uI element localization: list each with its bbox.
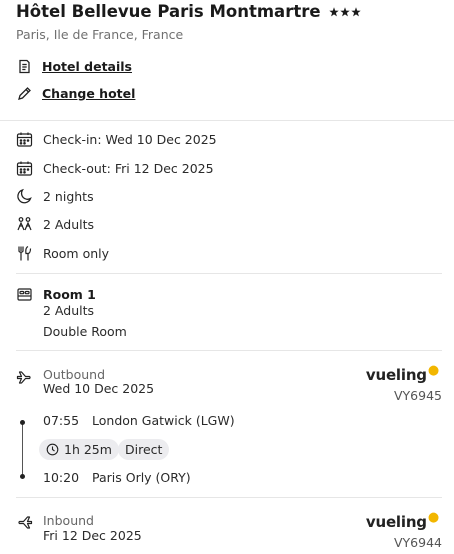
inbound-airline-logo: vueling● bbox=[365, 510, 439, 531]
timeline-line bbox=[22, 422, 23, 478]
depart-airport: London Gatwick (LGW) bbox=[92, 413, 235, 428]
change-hotel-link[interactable]: Change hotel bbox=[16, 85, 135, 102]
pencil-icon bbox=[16, 85, 33, 102]
room-type: Double Room bbox=[43, 324, 127, 339]
plane-icon bbox=[16, 369, 33, 386]
divider bbox=[0, 120, 454, 121]
inbound-flight-number: VY6944 bbox=[394, 535, 442, 550]
hotel-details-link[interactable]: Hotel details bbox=[16, 58, 132, 75]
change-hotel-label[interactable]: Change hotel bbox=[42, 86, 135, 101]
outbound-airline-logo: vueling● bbox=[365, 363, 439, 384]
nights-text: 2 nights bbox=[43, 189, 94, 204]
star-icon bbox=[328, 6, 339, 16]
hotel-details-label[interactable]: Hotel details bbox=[42, 59, 132, 74]
stops-chip: Direct bbox=[118, 439, 170, 460]
depart-time: 07:55 bbox=[43, 413, 80, 428]
moon-icon bbox=[16, 188, 33, 205]
checkin-text: Check-in: Wed 10 Dec 2025 bbox=[43, 132, 217, 147]
star-icon bbox=[339, 6, 350, 16]
star-rating bbox=[328, 6, 361, 17]
calendar-icon bbox=[16, 131, 33, 148]
airline-logo-dot: ● bbox=[427, 363, 439, 378]
arrive-airport: Paris Orly (ORY) bbox=[92, 470, 191, 485]
board-text: Room only bbox=[43, 246, 110, 261]
calendar-icon bbox=[16, 160, 33, 177]
hotel-title: Hôtel Bellevue Paris Montmartre bbox=[16, 2, 361, 21]
inbound-label: Inbound bbox=[43, 513, 94, 528]
divider bbox=[16, 497, 442, 498]
hotel-location: Paris, Ile de France, France bbox=[16, 27, 184, 42]
nights-row: 2 nights bbox=[16, 188, 94, 205]
star-icon bbox=[350, 6, 361, 16]
clock-icon bbox=[46, 443, 59, 456]
stops-text: Direct bbox=[125, 442, 163, 457]
inbound-date: Fri 12 Dec 2025 bbox=[43, 528, 142, 543]
guests-row: 2 Adults bbox=[16, 216, 94, 233]
room-guests: 2 Adults bbox=[43, 303, 95, 318]
room-title-row: Room 1 bbox=[16, 286, 96, 303]
plane-return-icon bbox=[16, 514, 33, 531]
cutlery-icon bbox=[16, 245, 33, 262]
timeline-dot bbox=[20, 474, 25, 479]
checkin-row: Check-in: Wed 10 Dec 2025 bbox=[16, 131, 217, 148]
airline-logo-dot: ● bbox=[427, 510, 439, 525]
checkout-row: Check-out: Fri 12 Dec 2025 bbox=[16, 160, 214, 177]
outbound-label: Outbound bbox=[43, 367, 106, 382]
hotel-name: Hôtel Bellevue Paris Montmartre bbox=[16, 2, 321, 21]
room-title: Room 1 bbox=[43, 287, 96, 302]
outbound-flight-number: VY6945 bbox=[394, 388, 442, 403]
airline-name: vueling bbox=[365, 513, 427, 531]
duration-chip: 1h 25m bbox=[39, 439, 119, 460]
bed-icon bbox=[16, 286, 33, 303]
airline-name: vueling bbox=[365, 366, 427, 384]
checkout-text: Check-out: Fri 12 Dec 2025 bbox=[43, 161, 214, 176]
board-row: Room only bbox=[16, 245, 109, 262]
divider bbox=[16, 273, 442, 274]
timeline-dot bbox=[20, 420, 25, 425]
document-icon bbox=[16, 58, 33, 75]
outbound-date: Wed 10 Dec 2025 bbox=[43, 381, 155, 396]
divider bbox=[16, 350, 442, 351]
people-icon bbox=[16, 216, 33, 233]
arrive-time: 10:20 bbox=[43, 470, 80, 485]
guests-text: 2 Adults bbox=[43, 217, 95, 232]
duration-text: 1h 25m bbox=[64, 442, 112, 457]
